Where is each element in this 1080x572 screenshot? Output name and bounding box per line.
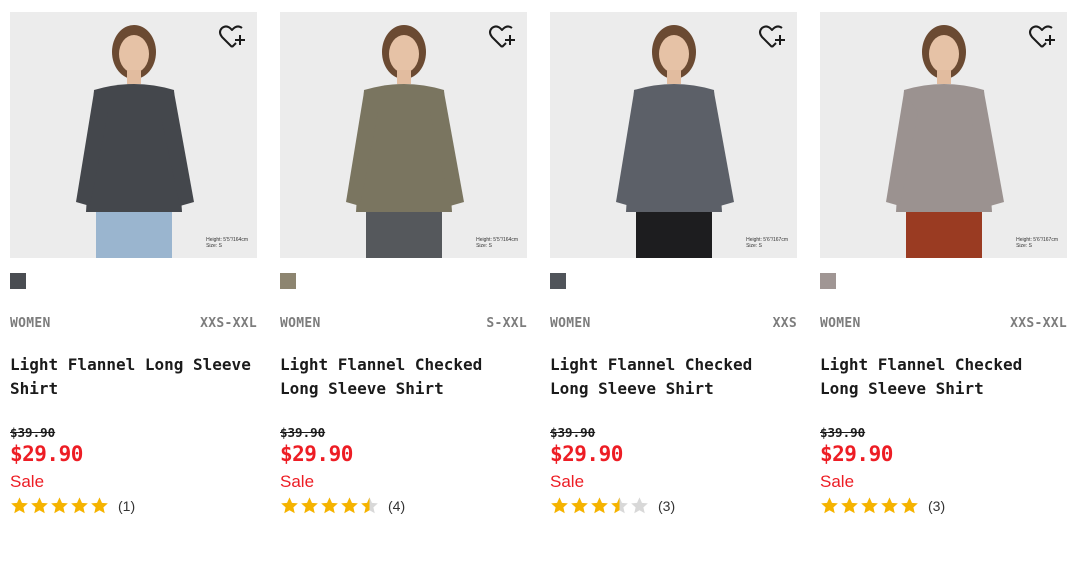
model-neck xyxy=(127,70,141,84)
model-size-caption: Height: 5'5"/164cm Size: S xyxy=(206,237,248,249)
product-size-range: XXS-XXL xyxy=(1010,316,1067,331)
star-icon xyxy=(11,497,28,514)
star-icon xyxy=(901,497,918,514)
product-name[interactable]: Light Flannel Checked Long Sleeve Shirt xyxy=(280,353,527,425)
product-meta: WOMEN XXS-XXL xyxy=(10,316,257,331)
star-icon xyxy=(591,497,608,514)
product-rating[interactable]: (4) xyxy=(280,496,527,515)
model-size-caption: Height: 5'5"/164cm Size: S xyxy=(476,237,518,249)
model-size-caption: Height: 5'6"/167cm Size: S xyxy=(746,237,788,249)
product-rating[interactable]: (3) xyxy=(550,496,797,515)
model-neck xyxy=(937,70,951,84)
product-size-range: XXS-XXL xyxy=(200,316,257,331)
model-pants xyxy=(906,212,982,258)
review-count: (3) xyxy=(928,497,946,514)
model-pants xyxy=(366,212,442,258)
heart-plus-icon[interactable] xyxy=(217,22,247,52)
heart-plus-icon[interactable] xyxy=(487,22,517,52)
original-price: $39.90 xyxy=(550,425,596,440)
star-icon xyxy=(341,497,358,514)
star-icon xyxy=(611,497,628,514)
star-rating xyxy=(550,496,650,515)
product-card-3[interactable]: Height: 5'6"/167cm Size: S WOMEN XXS Ligh… xyxy=(550,12,797,515)
star-rating xyxy=(10,496,110,515)
model-pants xyxy=(96,212,172,258)
star-icon xyxy=(631,497,648,514)
heart-plus-icon[interactable] xyxy=(757,22,787,52)
color-swatch[interactable] xyxy=(10,273,26,289)
color-swatch[interactable] xyxy=(820,273,836,289)
sale-label: Sale xyxy=(820,472,855,491)
star-icon xyxy=(361,497,378,514)
model-face xyxy=(119,35,149,73)
color-swatch[interactable] xyxy=(280,273,296,289)
model-size-caption: Height: 5'6"/167cm Size: S xyxy=(1016,237,1058,249)
star-icon xyxy=(321,497,338,514)
product-rating[interactable]: (1) xyxy=(10,496,257,515)
original-price: $39.90 xyxy=(10,425,56,440)
model-neck xyxy=(397,70,411,84)
star-icon xyxy=(861,497,878,514)
star-icon xyxy=(881,497,898,514)
product-name[interactable]: Light Flannel Checked Long Sleeve Shirt xyxy=(550,353,797,425)
sale-price: $29.90 xyxy=(10,442,83,466)
star-icon xyxy=(571,497,588,514)
product-card-2[interactable]: Height: 5'5"/164cm Size: S WOMEN S-XXL Li… xyxy=(280,12,527,515)
original-price: $39.90 xyxy=(280,425,326,440)
product-image[interactable]: Height: 5'6"/167cm Size: S xyxy=(550,12,797,258)
sale-label: Sale xyxy=(280,472,315,491)
model-face xyxy=(389,35,419,73)
product-category: WOMEN xyxy=(820,316,861,331)
original-price: $39.90 xyxy=(820,425,866,440)
product-category: WOMEN xyxy=(550,316,591,331)
star-icon xyxy=(821,497,838,514)
review-count: (1) xyxy=(118,497,136,514)
model-face xyxy=(659,35,689,73)
product-image[interactable]: Height: 5'6"/167cm Size: S xyxy=(820,12,1067,258)
product-meta: WOMEN S-XXL xyxy=(280,316,527,331)
star-rating xyxy=(820,496,920,515)
model-neck xyxy=(667,70,681,84)
model-pants xyxy=(636,212,712,258)
product-size-range: XXS xyxy=(772,316,797,331)
review-count: (3) xyxy=(658,497,676,514)
sale-price: $29.90 xyxy=(550,442,623,466)
product-name[interactable]: Light Flannel Long Sleeve Shirt xyxy=(10,353,257,425)
product-image[interactable]: Height: 5'5"/164cm Size: S xyxy=(10,12,257,258)
star-icon xyxy=(841,497,858,514)
sale-label: Sale xyxy=(550,472,585,491)
product-category: WOMEN xyxy=(10,316,51,331)
star-icon xyxy=(51,497,68,514)
star-icon xyxy=(31,497,48,514)
product-meta: WOMEN XXS xyxy=(550,316,797,331)
star-icon xyxy=(551,497,568,514)
product-category: WOMEN xyxy=(280,316,321,331)
star-icon xyxy=(301,497,318,514)
star-rating xyxy=(280,496,380,515)
heart-plus-icon[interactable] xyxy=(1027,22,1057,52)
star-icon xyxy=(281,497,298,514)
sale-price: $29.90 xyxy=(820,442,893,466)
color-swatch[interactable] xyxy=(550,273,566,289)
star-icon xyxy=(91,497,108,514)
product-card-1[interactable]: Height: 5'5"/164cm Size: S WOMEN XXS-XXL … xyxy=(10,12,257,515)
sale-label: Sale xyxy=(10,472,45,491)
product-name[interactable]: Light Flannel Checked Long Sleeve Shirt xyxy=(820,353,1067,425)
star-icon xyxy=(71,497,88,514)
product-rating[interactable]: (3) xyxy=(820,496,1067,515)
sale-price: $29.90 xyxy=(280,442,353,466)
product-card-4[interactable]: Height: 5'6"/167cm Size: S WOMEN XXS-XXL … xyxy=(820,12,1067,515)
product-image[interactable]: Height: 5'5"/164cm Size: S xyxy=(280,12,527,258)
product-grid: Height: 5'5"/164cm Size: S WOMEN XXS-XXL … xyxy=(10,12,1067,515)
product-meta: WOMEN XXS-XXL xyxy=(820,316,1067,331)
review-count: (4) xyxy=(388,497,406,514)
model-face xyxy=(929,35,959,73)
product-size-range: S-XXL xyxy=(486,316,527,331)
